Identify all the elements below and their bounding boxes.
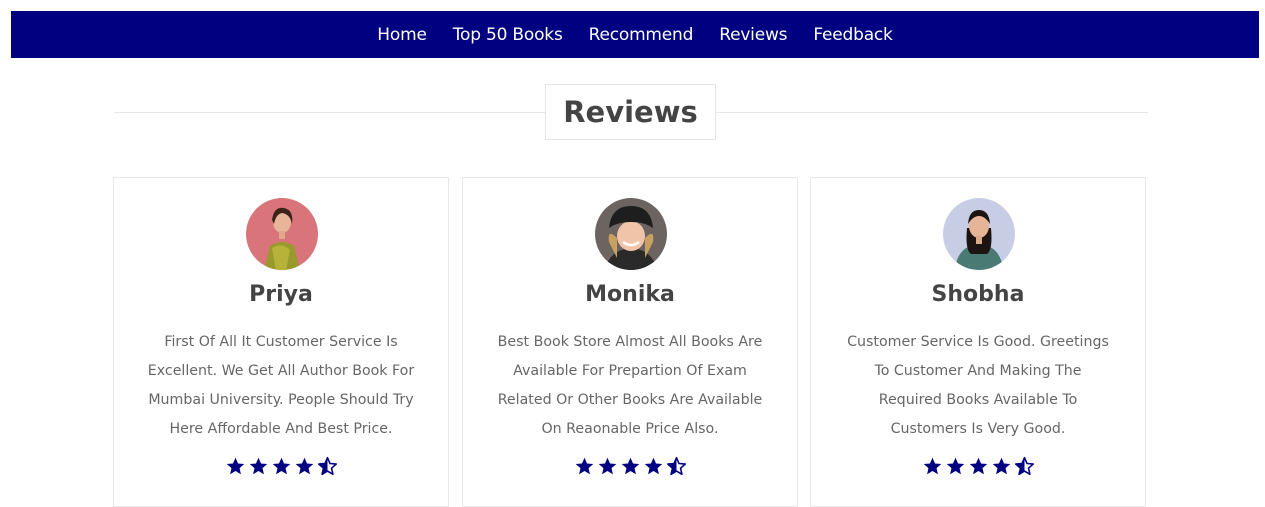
nav-home-link[interactable]: Home <box>377 25 427 45</box>
star-half-icon <box>666 456 686 476</box>
star-full-icon <box>621 457 639 475</box>
reviewer-name: Priya <box>249 282 313 307</box>
star-rating <box>463 456 797 477</box>
star-full-icon <box>946 457 964 475</box>
review-text: Customer Service Is Good. Greetings To C… <box>847 334 1109 437</box>
star-full-icon <box>923 457 941 475</box>
top-navbar: Home Top 50 Books Recommend Reviews Feed… <box>11 11 1259 58</box>
star-rating <box>811 456 1145 477</box>
star-full-icon <box>272 457 290 475</box>
review-card: Shobha Customer Service Is Good. Greetin… <box>810 177 1146 507</box>
section-title: Reviews <box>545 84 716 140</box>
section-heading: Reviews <box>114 84 1148 140</box>
star-full-icon <box>226 457 244 475</box>
nav-reviews-link[interactable]: Reviews <box>719 25 787 45</box>
nav-top-50-books-link[interactable]: Top 50 Books <box>453 25 563 45</box>
star-full-icon <box>969 457 987 475</box>
avatar <box>246 198 318 270</box>
nav-feedback-link[interactable]: Feedback <box>813 25 893 45</box>
star-full-icon <box>249 457 267 475</box>
review-cards: Priya First Of All It Customer Service I… <box>113 177 1149 507</box>
star-half-icon <box>317 456 337 476</box>
reviewer-name: Shobha <box>931 282 1025 307</box>
review-card: Priya First Of All It Customer Service I… <box>113 177 449 507</box>
reviewer-name: Monika <box>585 282 675 307</box>
star-full-icon <box>644 457 662 475</box>
review-text: Best Book Store Almost All Books Are Ava… <box>497 334 763 437</box>
review-text: First Of All It Customer Service Is Exce… <box>147 334 415 437</box>
avatar <box>943 198 1015 270</box>
star-full-icon <box>992 457 1010 475</box>
avatar <box>595 198 667 270</box>
star-full-icon <box>598 457 616 475</box>
star-half-icon <box>1014 456 1034 476</box>
star-full-icon <box>575 457 593 475</box>
review-card: Monika Best Book Store Almost All Books … <box>462 177 798 507</box>
nav-recommend-link[interactable]: Recommend <box>589 25 694 45</box>
star-full-icon <box>295 457 313 475</box>
star-rating <box>114 456 448 477</box>
